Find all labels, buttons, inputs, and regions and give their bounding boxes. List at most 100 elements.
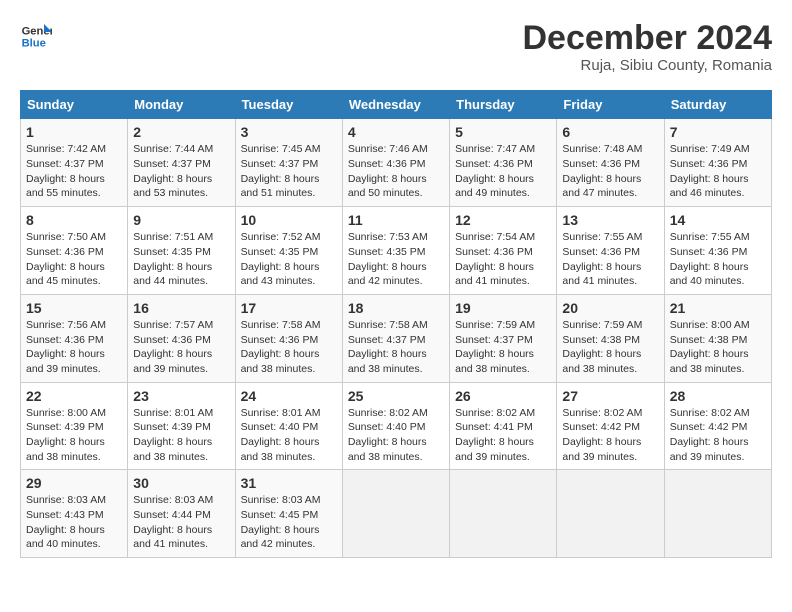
- calendar-cell: 28 Sunrise: 8:02 AMSunset: 4:42 PMDayligh…: [664, 382, 771, 470]
- day-number: 1: [26, 124, 122, 140]
- day-number: 7: [670, 124, 766, 140]
- calendar-cell: 9 Sunrise: 7:51 AMSunset: 4:35 PMDaylight…: [128, 207, 235, 295]
- calendar-cell: 20 Sunrise: 7:59 AMSunset: 4:38 PMDayligh…: [557, 294, 664, 382]
- day-number: 10: [241, 212, 337, 228]
- day-info: Sunrise: 8:03 AMSunset: 4:43 PMDaylight:…: [26, 493, 122, 552]
- calendar-cell: 10 Sunrise: 7:52 AMSunset: 4:35 PMDayligh…: [235, 207, 342, 295]
- day-number: 12: [455, 212, 551, 228]
- calendar-cell: 13Sunrise: 7:55 AMSunset: 4:36 PMDayligh…: [557, 207, 664, 295]
- calendar-cell: 29 Sunrise: 8:03 AMSunset: 4:43 PMDayligh…: [21, 470, 128, 558]
- day-info: Sunrise: 7:50 AMSunset: 4:36 PMDaylight:…: [26, 230, 122, 289]
- day-number: 21: [670, 300, 766, 316]
- logo-icon: General Blue: [20, 20, 52, 52]
- day-info: Sunrise: 7:55 AMSunset: 4:36 PMDaylight:…: [562, 230, 658, 289]
- day-number: 31: [241, 475, 337, 491]
- calendar-cell: [557, 470, 664, 558]
- week-row-1: 1 Sunrise: 7:42 AMSunset: 4:37 PMDaylight…: [21, 119, 772, 207]
- day-number: 18: [348, 300, 444, 316]
- day-info: Sunrise: 7:45 AMSunset: 4:37 PMDaylight:…: [241, 142, 337, 201]
- day-number: 17: [241, 300, 337, 316]
- calendar-cell: 1 Sunrise: 7:42 AMSunset: 4:37 PMDaylight…: [21, 119, 128, 207]
- day-number: 3: [241, 124, 337, 140]
- day-info: Sunrise: 8:01 AMSunset: 4:39 PMDaylight:…: [133, 406, 229, 465]
- day-number: 2: [133, 124, 229, 140]
- calendar-cell: 31 Sunrise: 8:03 AMSunset: 4:45 PMDayligh…: [235, 470, 342, 558]
- calendar-cell: [664, 470, 771, 558]
- title-block: December 2024 Ruja, Sibiu County, Romani…: [522, 20, 772, 74]
- calendar-cell: 15Sunrise: 7:56 AMSunset: 4:36 PMDayligh…: [21, 294, 128, 382]
- day-number: 8: [26, 212, 122, 228]
- day-info: Sunrise: 7:58 AMSunset: 4:36 PMDaylight:…: [241, 318, 337, 377]
- day-info: Sunrise: 7:42 AMSunset: 4:37 PMDaylight:…: [26, 142, 122, 201]
- week-row-2: 8 Sunrise: 7:50 AMSunset: 4:36 PMDaylight…: [21, 207, 772, 295]
- calendar-cell: 4Sunrise: 7:46 AMSunset: 4:36 PMDaylight…: [342, 119, 449, 207]
- day-number: 22: [26, 388, 122, 404]
- week-row-5: 29 Sunrise: 8:03 AMSunset: 4:43 PMDayligh…: [21, 470, 772, 558]
- header-tuesday: Tuesday: [235, 91, 342, 119]
- calendar-cell: 25 Sunrise: 8:02 AMSunset: 4:40 PMDayligh…: [342, 382, 449, 470]
- day-info: Sunrise: 7:52 AMSunset: 4:35 PMDaylight:…: [241, 230, 337, 289]
- day-number: 9: [133, 212, 229, 228]
- day-info: Sunrise: 8:02 AMSunset: 4:41 PMDaylight:…: [455, 406, 551, 465]
- calendar-cell: 19 Sunrise: 7:59 AMSunset: 4:37 PMDayligh…: [450, 294, 557, 382]
- calendar-cell: 3 Sunrise: 7:45 AMSunset: 4:37 PMDaylight…: [235, 119, 342, 207]
- day-info: Sunrise: 7:53 AMSunset: 4:35 PMDaylight:…: [348, 230, 444, 289]
- calendar-cell: 26Sunrise: 8:02 AMSunset: 4:41 PMDayligh…: [450, 382, 557, 470]
- day-number: 25: [348, 388, 444, 404]
- day-info: Sunrise: 7:56 AMSunset: 4:36 PMDaylight:…: [26, 318, 122, 377]
- day-info: Sunrise: 7:54 AMSunset: 4:36 PMDaylight:…: [455, 230, 551, 289]
- day-number: 14: [670, 212, 766, 228]
- calendar-cell: 16Sunrise: 7:57 AMSunset: 4:36 PMDayligh…: [128, 294, 235, 382]
- day-info: Sunrise: 7:59 AMSunset: 4:38 PMDaylight:…: [562, 318, 658, 377]
- calendar-cell: 27Sunrise: 8:02 AMSunset: 4:42 PMDayligh…: [557, 382, 664, 470]
- day-number: 28: [670, 388, 766, 404]
- week-row-4: 22 Sunrise: 8:00 AMSunset: 4:39 PMDayligh…: [21, 382, 772, 470]
- day-number: 16: [133, 300, 229, 316]
- day-number: 6: [562, 124, 658, 140]
- calendar-cell: 11Sunrise: 7:53 AMSunset: 4:35 PMDayligh…: [342, 207, 449, 295]
- day-info: Sunrise: 8:03 AMSunset: 4:45 PMDaylight:…: [241, 493, 337, 552]
- calendar-cell: 8 Sunrise: 7:50 AMSunset: 4:36 PMDaylight…: [21, 207, 128, 295]
- calendar-cell: 7 Sunrise: 7:49 AMSunset: 4:36 PMDaylight…: [664, 119, 771, 207]
- calendar-cell: 6 Sunrise: 7:48 AMSunset: 4:36 PMDaylight…: [557, 119, 664, 207]
- calendar-cell: 17 Sunrise: 7:58 AMSunset: 4:36 PMDayligh…: [235, 294, 342, 382]
- calendar-cell: [450, 470, 557, 558]
- day-number: 4: [348, 124, 444, 140]
- day-number: 20: [562, 300, 658, 316]
- day-info: Sunrise: 7:59 AMSunset: 4:37 PMDaylight:…: [455, 318, 551, 377]
- day-number: 30: [133, 475, 229, 491]
- calendar-cell: 30 Sunrise: 8:03 AMSunset: 4:44 PMDayligh…: [128, 470, 235, 558]
- day-number: 24: [241, 388, 337, 404]
- day-info: Sunrise: 7:48 AMSunset: 4:36 PMDaylight:…: [562, 142, 658, 201]
- calendar-cell: 21 Sunrise: 8:00 AMSunset: 4:38 PMDayligh…: [664, 294, 771, 382]
- day-info: Sunrise: 7:49 AMSunset: 4:36 PMDaylight:…: [670, 142, 766, 201]
- header-friday: Friday: [557, 91, 664, 119]
- page-header: General Blue December 2024 Ruja, Sibiu C…: [20, 20, 772, 74]
- calendar-table: SundayMondayTuesdayWednesdayThursdayFrid…: [20, 90, 772, 558]
- day-info: Sunrise: 8:01 AMSunset: 4:40 PMDaylight:…: [241, 406, 337, 465]
- location-subtitle: Ruja, Sibiu County, Romania: [522, 57, 772, 74]
- calendar-cell: 12 Sunrise: 7:54 AMSunset: 4:36 PMDayligh…: [450, 207, 557, 295]
- month-title: December 2024: [522, 20, 772, 57]
- day-info: Sunrise: 7:58 AMSunset: 4:37 PMDaylight:…: [348, 318, 444, 377]
- header-row: SundayMondayTuesdayWednesdayThursdayFrid…: [21, 91, 772, 119]
- day-number: 19: [455, 300, 551, 316]
- header-thursday: Thursday: [450, 91, 557, 119]
- calendar-cell: 22 Sunrise: 8:00 AMSunset: 4:39 PMDayligh…: [21, 382, 128, 470]
- calendar-cell: 14Sunrise: 7:55 AMSunset: 4:36 PMDayligh…: [664, 207, 771, 295]
- calendar-cell: [342, 470, 449, 558]
- day-info: Sunrise: 8:00 AMSunset: 4:38 PMDaylight:…: [670, 318, 766, 377]
- day-info: Sunrise: 8:00 AMSunset: 4:39 PMDaylight:…: [26, 406, 122, 465]
- day-info: Sunrise: 7:51 AMSunset: 4:35 PMDaylight:…: [133, 230, 229, 289]
- day-info: Sunrise: 8:03 AMSunset: 4:44 PMDaylight:…: [133, 493, 229, 552]
- header-sunday: Sunday: [21, 91, 128, 119]
- day-number: 23: [133, 388, 229, 404]
- day-number: 29: [26, 475, 122, 491]
- calendar-cell: 18 Sunrise: 7:58 AMSunset: 4:37 PMDayligh…: [342, 294, 449, 382]
- day-info: Sunrise: 8:02 AMSunset: 4:42 PMDaylight:…: [670, 406, 766, 465]
- week-row-3: 15Sunrise: 7:56 AMSunset: 4:36 PMDayligh…: [21, 294, 772, 382]
- day-info: Sunrise: 7:44 AMSunset: 4:37 PMDaylight:…: [133, 142, 229, 201]
- day-info: Sunrise: 7:47 AMSunset: 4:36 PMDaylight:…: [455, 142, 551, 201]
- calendar-cell: 2 Sunrise: 7:44 AMSunset: 4:37 PMDaylight…: [128, 119, 235, 207]
- day-info: Sunrise: 8:02 AMSunset: 4:40 PMDaylight:…: [348, 406, 444, 465]
